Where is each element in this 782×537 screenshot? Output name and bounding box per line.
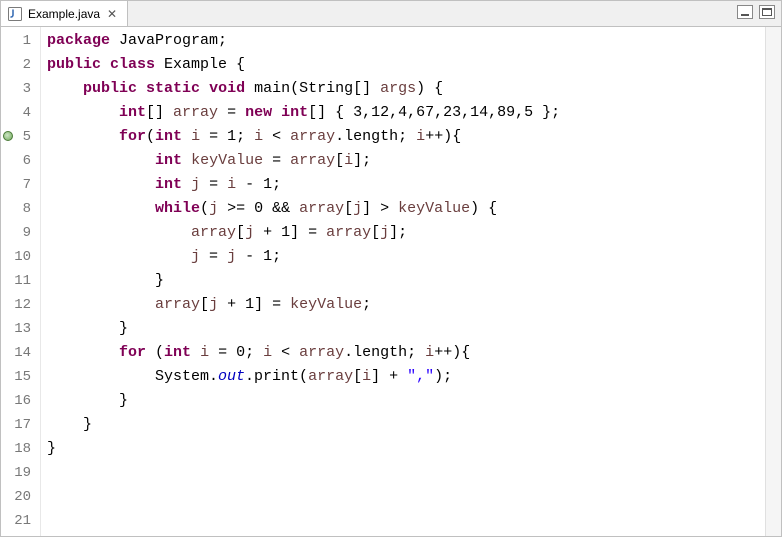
code-line[interactable]: while(j >= 0 && array[j] > keyValue) {: [47, 197, 765, 221]
code-line[interactable]: int j = i - 1;: [47, 173, 765, 197]
line-number: 17: [1, 413, 35, 437]
line-number: 10: [1, 245, 35, 269]
code-line[interactable]: int[] array = new int[] { 3,12,4,67,23,1…: [47, 101, 765, 125]
line-number: 4: [1, 101, 35, 125]
line-number: 21: [1, 509, 35, 533]
code-line[interactable]: }: [47, 269, 765, 293]
maximize-button[interactable]: [759, 5, 775, 19]
code-line[interactable]: }: [47, 389, 765, 413]
override-marker-icon[interactable]: [3, 131, 13, 141]
line-number: 11: [1, 269, 35, 293]
line-number: 20: [1, 485, 35, 509]
code-line[interactable]: }: [47, 437, 765, 461]
line-number: 7: [1, 173, 35, 197]
line-number: 13: [1, 317, 35, 341]
code-line[interactable]: package JavaProgram;: [47, 29, 765, 53]
line-number: 5: [1, 125, 35, 149]
code-line[interactable]: j = j - 1;: [47, 245, 765, 269]
code-line[interactable]: array[j + 1] = array[j];: [47, 221, 765, 245]
line-number: 14: [1, 341, 35, 365]
line-number: 2: [1, 53, 35, 77]
line-number: 15: [1, 365, 35, 389]
tab-bar: Example.java ✕: [1, 1, 781, 27]
vertical-scrollbar[interactable]: [765, 27, 781, 536]
line-number: 1: [1, 29, 35, 53]
line-number: 3: [1, 77, 35, 101]
code-line[interactable]: for (int i = 0; i < array.length; i++){: [47, 341, 765, 365]
editor-area: 123456789101112131415161718192021 packag…: [1, 27, 781, 536]
code-line[interactable]: System.out.print(array[i] + ",");: [47, 365, 765, 389]
line-number: 9: [1, 221, 35, 245]
line-number: 18: [1, 437, 35, 461]
code-line[interactable]: array[j + 1] = keyValue;: [47, 293, 765, 317]
line-number-gutter: 123456789101112131415161718192021: [1, 27, 35, 536]
code-line[interactable]: public static void main(String[] args) {: [47, 77, 765, 101]
java-file-icon: [7, 6, 23, 22]
line-number: 16: [1, 389, 35, 413]
code-line[interactable]: }: [47, 317, 765, 341]
line-number: 6: [1, 149, 35, 173]
code-line[interactable]: public class Example {: [47, 53, 765, 77]
code-line[interactable]: int keyValue = array[i];: [47, 149, 765, 173]
code-content[interactable]: package JavaProgram;public class Example…: [41, 27, 765, 536]
line-number: 8: [1, 197, 35, 221]
editor-tab[interactable]: Example.java ✕: [1, 1, 128, 26]
window-controls: [737, 5, 775, 19]
line-number: 19: [1, 461, 35, 485]
close-icon[interactable]: ✕: [105, 7, 119, 21]
minimize-button[interactable]: [737, 5, 753, 19]
code-line[interactable]: }: [47, 413, 765, 437]
line-number: 12: [1, 293, 35, 317]
tab-filename: Example.java: [28, 7, 100, 21]
code-line[interactable]: for(int i = 1; i < array.length; i++){: [47, 125, 765, 149]
